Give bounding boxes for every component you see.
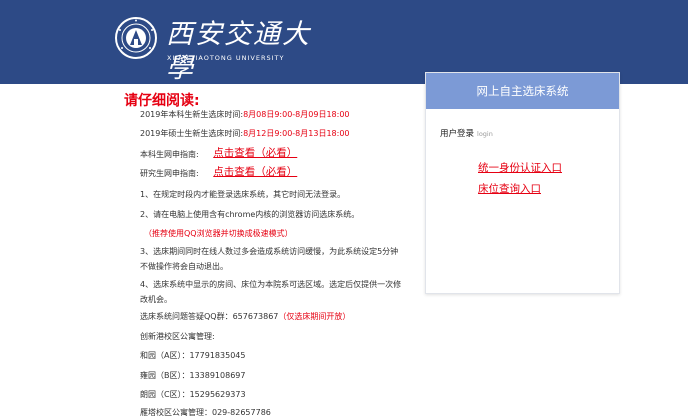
unified-auth-link[interactable]: 统一身份认证入口: [478, 160, 562, 175]
grad-guide-label: 研究生网申指南:: [140, 169, 199, 178]
rule-3: 3、选床期间同时在线人数过多会造成系统访问缓慢，为此系统设定5分钟不做操作将会自…: [140, 247, 399, 271]
university-logo[interactable]: 西安交通大學 XI'AN JIAOTONG UNIVERSITY: [114, 16, 314, 84]
rule-2-tip: （推荐使用QQ浏览器并切换成极速模式）: [144, 229, 293, 238]
undergrad-time-label: 2019年本科生新生选床时间:: [140, 110, 244, 119]
qq-line: 选床系统问题答疑QQ群：657673867（仅选床期间开放）: [140, 311, 350, 323]
rule-4: 4、选床系统中显示的房间、床位为本院系可选区域。选定后仅提供一次修改机会。: [140, 280, 402, 304]
logo-english-name: XI'AN JIAOTONG UNIVERSITY: [167, 54, 285, 62]
master-time-value: 8月12日9:00-8月13日18:00: [243, 129, 350, 138]
campus-label: 创新港校区公寓管理:: [140, 332, 215, 341]
undergrad-guide-line: 本科生网申指南: 点击查看（必看）: [140, 147, 297, 161]
qq-note: （仅选床期间开放）: [278, 312, 351, 321]
university-seal-icon: [115, 17, 157, 59]
qq-label: 选床系统问题答疑QQ群：657673867: [140, 312, 279, 321]
grad-guide-line: 研究生网申指南: 点击查看（必看）: [140, 166, 297, 180]
notice-title: 请仔细阅读:: [124, 93, 200, 109]
dorm-b: 雍园（B区）：13389108697: [140, 371, 246, 380]
undergrad-time-value: 8月08日9:00-8月09日18:00: [243, 110, 350, 119]
dorm-a: 和园（A区）：17791835045: [140, 351, 246, 360]
bed-query-link[interactable]: 床位查询入口: [478, 181, 541, 196]
master-time-label: 2019年硕士生新生选床时间:: [140, 129, 244, 138]
panel-title: 网上自主选床系统: [426, 73, 619, 109]
dorm-c: 朗园（C区）：15295629373: [140, 390, 246, 399]
undergrad-time-line: 2019年本科生新生选床时间:8月08日9:00-8月09日18:00: [140, 109, 350, 121]
rule-1: 1、在规定时段内才能登录选床系统，其它时间无法登录。: [140, 190, 346, 199]
grad-guide-link[interactable]: 点击查看（必看）: [213, 166, 297, 178]
yanta-contact: 雁塔校区公寓管理：029-82657786: [140, 408, 271, 417]
rule-2: 2、请在电脑上使用含有chrome内核的浏览器访问选床系统。: [140, 210, 360, 219]
login-en-label: login: [477, 130, 493, 138]
undergrad-guide-link[interactable]: 点击查看（必看）: [213, 147, 297, 159]
undergrad-guide-label: 本科生网申指南:: [140, 150, 199, 159]
logo-chinese-name: 西安交通大學: [166, 19, 311, 84]
login-heading: 用户登录 login: [440, 127, 493, 139]
login-panel: 网上自主选床系统 用户登录 login 统一身份认证入口 床位查询入口: [425, 72, 620, 294]
login-label: 用户登录: [440, 129, 475, 139]
master-time-line: 2019年硕士生新生选床时间:8月12日9:00-8月13日18:00: [140, 128, 350, 140]
